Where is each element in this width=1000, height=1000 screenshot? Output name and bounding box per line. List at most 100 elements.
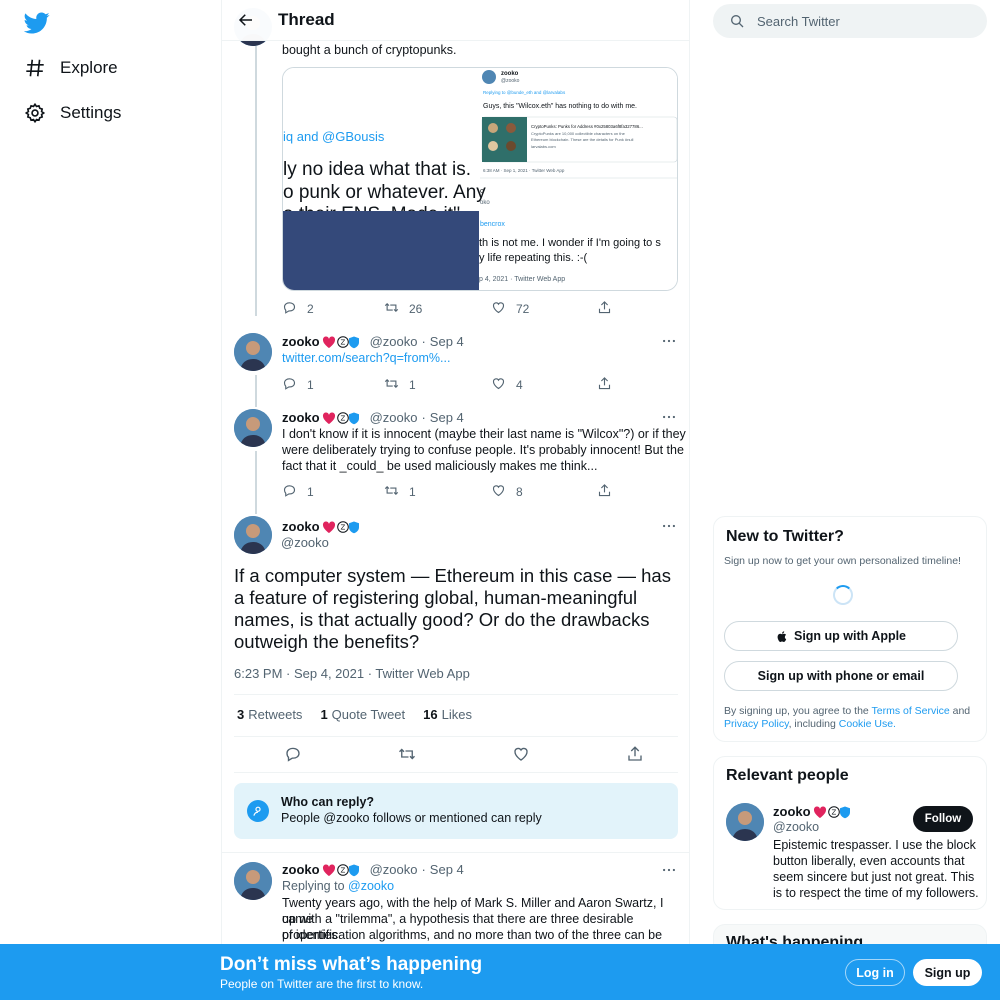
heart-icon xyxy=(491,483,506,501)
svg-text:Z: Z xyxy=(340,523,345,531)
new-to-twitter-card: New to Twitter? Sign up now to get your … xyxy=(713,516,987,742)
display-name[interactable]: zooko xyxy=(282,334,320,349)
terms-link[interactable]: Terms of Service xyxy=(872,705,950,717)
user-handle[interactable]: @zooko xyxy=(370,410,418,425)
tweet-link[interactable]: twitter.com/search?q=from%... xyxy=(282,351,450,367)
avatar[interactable] xyxy=(234,516,272,554)
page-title: Thread xyxy=(278,10,335,29)
likes-stat[interactable]: 16 Likes xyxy=(423,707,472,722)
more-icon[interactable] xyxy=(659,518,679,534)
tweet-text: bought a bunch of cryptopunks. xyxy=(282,43,457,57)
name-badges: Z xyxy=(813,805,857,819)
quoted-screenshot-image[interactable]: iq and @GBousis ly no idea what that is.… xyxy=(282,67,678,291)
more-icon[interactable] xyxy=(659,862,679,878)
divider xyxy=(234,694,678,695)
display-name[interactable]: zooko xyxy=(282,519,320,534)
display-name[interactable]: zooko xyxy=(282,862,320,877)
retweet-button[interactable]: 1 xyxy=(384,483,491,501)
avatar[interactable] xyxy=(234,862,272,900)
nav-explore[interactable]: Explore xyxy=(24,53,118,83)
like-button[interactable]: 4 xyxy=(491,376,597,394)
svg-text:zooko: zooko xyxy=(501,71,519,77)
tweet-date[interactable]: Sep 4 xyxy=(430,334,464,349)
search-icon xyxy=(729,13,745,29)
card-subtitle: Sign up now to get your own personalized… xyxy=(724,555,961,567)
svg-text:Z: Z xyxy=(340,338,345,346)
back-arrow-icon[interactable] xyxy=(234,8,258,32)
tweet-date[interactable]: Sep 4 xyxy=(430,862,464,877)
tweet-text: were deliberately trying to confuse peop… xyxy=(282,443,684,457)
reply-button[interactable]: 2 xyxy=(282,300,384,318)
mention-icon xyxy=(247,800,269,822)
retweet-button[interactable]: 26 xyxy=(384,300,491,318)
name-badges: Z xyxy=(322,335,366,349)
svg-text:6:38 AM · Sep 1, 2021 · Twitte: 6:38 AM · Sep 1, 2021 · Twitter Web App xyxy=(483,168,565,173)
reply-icon[interactable] xyxy=(284,745,302,768)
svg-text:oko: oko xyxy=(480,200,490,206)
share-button[interactable] xyxy=(597,376,612,394)
reply-button[interactable]: 1 xyxy=(282,376,384,394)
who-can-reply-title: Who can reply? xyxy=(281,795,375,809)
search-bar[interactable] xyxy=(713,4,987,38)
replying-to: Replying to @zooko xyxy=(282,879,395,893)
svg-text:Guys, this "Wilcox.eth" has no: Guys, this "Wilcox.eth" has nothing to d… xyxy=(483,103,637,110)
search-input[interactable] xyxy=(757,13,957,29)
follow-button[interactable]: Follow xyxy=(913,806,973,832)
gear-icon xyxy=(24,102,46,124)
login-button[interactable]: Log in xyxy=(845,959,905,986)
heart-badge-icon: Z xyxy=(813,805,850,818)
avatar[interactable] xyxy=(726,803,764,841)
signup-phone-button[interactable]: Sign up with phone or email xyxy=(724,661,958,691)
retweets-stat[interactable]: 3 Retweets xyxy=(237,707,302,722)
share-button[interactable] xyxy=(597,300,612,318)
like-button[interactable]: 72 xyxy=(491,300,597,318)
banner-subtitle: People on Twitter are the first to know. xyxy=(220,977,424,991)
heart-badge-icon: Z xyxy=(322,335,359,348)
privacy-link[interactable]: Privacy Policy xyxy=(724,718,789,730)
cookie-link[interactable]: Cookie Use. xyxy=(839,718,896,730)
svg-text:Z: Z xyxy=(340,414,345,422)
retweet-icon[interactable] xyxy=(398,745,416,768)
signup-button[interactable]: Sign up xyxy=(913,959,982,986)
person-bio: Epistemic trespasser. I use the block xyxy=(773,838,976,852)
share-icon xyxy=(597,483,612,501)
retweet-icon xyxy=(384,376,399,394)
heart-badge-icon: Z xyxy=(322,411,359,424)
tweet-date[interactable]: Sep 4 xyxy=(430,410,464,425)
svg-text:Z: Z xyxy=(831,808,836,816)
signup-apple-button[interactable]: Sign up with Apple xyxy=(724,621,958,651)
svg-text:bencrox: bencrox xyxy=(480,221,505,228)
nav-settings[interactable]: Settings xyxy=(24,98,121,128)
nav-settings-label: Settings xyxy=(60,103,122,122)
name-badges: Z xyxy=(322,520,366,534)
person-bio: is to respect the time of my followers. xyxy=(773,886,979,900)
reply-button[interactable]: 1 xyxy=(282,483,384,501)
display-name[interactable]: zooko xyxy=(282,410,320,425)
replying-to-link[interactable]: @zooko xyxy=(348,879,394,893)
display-name[interactable]: zooko xyxy=(773,804,811,819)
user-handle[interactable]: @zooko xyxy=(370,334,418,349)
tweet-header: zooko Z @zooko · Sep 4 xyxy=(282,410,464,425)
tweet-text: of identification algorithms, and no mor… xyxy=(282,928,663,942)
heart-icon[interactable] xyxy=(512,745,530,768)
svg-text:CryptoPunks: Punks for Address: CryptoPunks: Punks for Address #0x25803a… xyxy=(531,124,643,129)
divider xyxy=(234,736,678,737)
tweet-actions: 1 1 8 xyxy=(282,483,612,501)
share-button[interactable] xyxy=(597,483,612,501)
user-handle[interactable]: @zooko xyxy=(281,535,329,551)
thread-line xyxy=(255,46,257,316)
share-icon[interactable] xyxy=(626,745,644,768)
retweet-button[interactable]: 1 xyxy=(384,376,491,394)
like-button[interactable]: 8 xyxy=(491,483,597,501)
quote-tweets-stat[interactable]: 1 Quote Tweet xyxy=(320,707,405,722)
twitter-logo-icon[interactable] xyxy=(23,10,50,36)
avatar[interactable] xyxy=(234,409,272,447)
more-icon[interactable] xyxy=(659,333,679,349)
svg-text:th is not me. I wonder if I'm: th is not me. I wonder if I'm going to s xyxy=(479,237,661,249)
avatar[interactable] xyxy=(234,333,272,371)
user-handle[interactable]: @zooko xyxy=(370,862,418,877)
more-icon[interactable] xyxy=(659,409,679,425)
who-can-reply-subtitle: People @zooko follows or mentioned can r… xyxy=(281,811,542,825)
tweet-meta[interactable]: 6:23 PM · Sep 4, 2021 · Twitter Web App xyxy=(234,666,470,681)
user-handle[interactable]: @zooko xyxy=(773,820,819,836)
